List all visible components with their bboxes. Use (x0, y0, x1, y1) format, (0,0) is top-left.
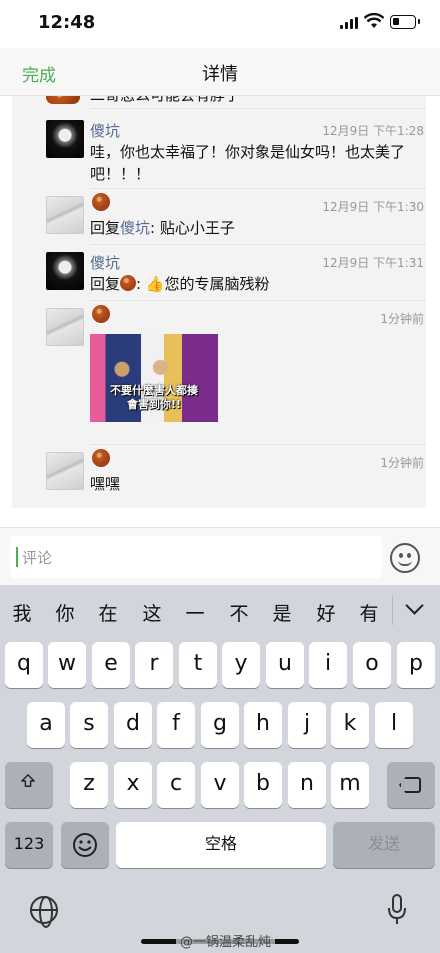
candidate-bar: 我 你 在 这 一 不 是 好 有 (0, 585, 440, 635)
comment-time: 1分钟前 (380, 312, 424, 326)
key-y[interactable]: y (222, 642, 260, 688)
comment-placeholder: 评论 (22, 549, 53, 567)
backspace-key[interactable] (387, 762, 435, 808)
comment-text: 哇，你也太幸福了！你对象是仙女吗！也太美了吧！！！ (90, 143, 406, 183)
divider (392, 595, 393, 625)
key-d[interactable]: d (114, 702, 152, 748)
avatar[interactable] (46, 308, 84, 346)
key-n[interactable]: n (288, 762, 326, 808)
smiley-icon[interactable] (390, 543, 420, 573)
key-q[interactable]: q (5, 642, 43, 688)
commenter-name[interactable]: 傻坑 (90, 252, 120, 273)
key-x[interactable]: x (114, 762, 152, 808)
wifi-icon (364, 13, 384, 28)
key-l[interactable]: l (375, 702, 413, 748)
send-key[interactable]: 发送 (333, 822, 435, 868)
divider (90, 300, 426, 301)
divider (90, 188, 426, 189)
avatar[interactable] (46, 252, 84, 290)
emoji-key[interactable] (61, 822, 109, 868)
candidate-word[interactable]: 有 (351, 599, 387, 626)
comment-time: 1分钟前 (380, 456, 424, 470)
comment-time: 12月9日 下午1:28 (322, 124, 424, 138)
battery-icon (390, 15, 420, 29)
key-k[interactable]: k (331, 702, 369, 748)
user-badge-icon (92, 193, 110, 211)
microphone-icon[interactable] (388, 894, 406, 926)
comment-time: 12月9日 下午1:31 (322, 256, 424, 270)
globe-icon[interactable] (30, 896, 58, 928)
key-c[interactable]: c (157, 762, 195, 808)
key-g[interactable]: g (201, 702, 239, 748)
key-v[interactable]: v (201, 762, 239, 808)
status-bar: 12:48 (0, 0, 440, 48)
user-badge-icon (92, 305, 110, 323)
avatar[interactable] (46, 196, 84, 234)
numbers-key[interactable]: 123 (5, 822, 53, 868)
candidate-word[interactable]: 不 (221, 599, 257, 626)
page-title: 详情 (202, 64, 238, 85)
divider (90, 108, 426, 109)
image-caption: 不要什麼害人都揍 會害到你!! (110, 384, 198, 411)
avatar-badge (46, 96, 80, 104)
reply-target[interactable]: 傻坑 (120, 219, 150, 237)
key-m[interactable]: m (331, 762, 369, 808)
comment-bar: 评论 (0, 527, 440, 585)
candidate-word[interactable]: 一 (177, 599, 213, 626)
key-p[interactable]: p (397, 642, 435, 688)
comment-text: 二哥怎么可能会有脖子 (90, 96, 420, 106)
shift-icon (21, 774, 35, 787)
signal-icon (340, 17, 358, 29)
comment-input[interactable]: 评论 (10, 536, 382, 578)
shift-key[interactable] (5, 762, 53, 808)
user-badge-icon[interactable] (120, 275, 137, 291)
key-b[interactable]: b (244, 762, 282, 808)
key-e[interactable]: e (92, 642, 130, 688)
candidate-word[interactable]: 这 (134, 599, 170, 626)
candidate-word[interactable]: 在 (90, 599, 126, 626)
watermark: @一锅温柔乱炖 (176, 931, 276, 950)
comment-text: 回复傻坑: 贴心小王子 (90, 219, 235, 237)
smiley-icon (73, 833, 97, 857)
comment-feed[interactable]: 二哥怎么可能会有脖子 傻坑 12月9日 下午1:28 哇，你也太幸福了！你对象是… (0, 96, 440, 512)
avatar[interactable] (46, 452, 84, 490)
candidate-word[interactable]: 是 (264, 599, 300, 626)
key-a[interactable]: a (27, 702, 65, 748)
nav-bar: 完成 详情 (0, 48, 440, 96)
comment-time: 12月9日 下午1:30 (322, 200, 424, 214)
key-f[interactable]: f (157, 702, 195, 748)
comment-panel: 二哥怎么可能会有脖子 傻坑 12月9日 下午1:28 哇，你也太幸福了！你对象是… (12, 96, 426, 508)
comment-text: 回复: 👍您的专属脑残粉 (90, 275, 270, 293)
candidate-word[interactable]: 好 (308, 599, 344, 626)
candidate-word[interactable]: 你 (47, 599, 83, 626)
status-time: 12:48 (38, 12, 96, 33)
chevron-down-icon[interactable] (405, 596, 424, 615)
user-badge-icon (92, 449, 110, 467)
candidate-word[interactable]: 我 (4, 599, 40, 626)
divider (90, 444, 426, 445)
key-z[interactable]: z (70, 762, 108, 808)
key-h[interactable]: h (244, 702, 282, 748)
key-t[interactable]: t (179, 642, 217, 688)
key-w[interactable]: w (48, 642, 86, 688)
backspace-icon (399, 777, 421, 793)
comment-image[interactable]: 不要什麼害人都揍 會害到你!! (90, 334, 218, 422)
key-u[interactable]: u (266, 642, 304, 688)
space-key[interactable]: 空格 (116, 822, 326, 868)
key-j[interactable]: j (288, 702, 326, 748)
comment-text: 嘿嘿 (90, 475, 121, 493)
divider (90, 244, 426, 245)
commenter-name[interactable]: 傻坑 (90, 120, 120, 141)
text-caret (16, 547, 18, 567)
avatar[interactable] (46, 120, 84, 158)
key-s[interactable]: s (70, 702, 108, 748)
key-o[interactable]: o (353, 642, 391, 688)
key-i[interactable]: i (309, 642, 347, 688)
key-r[interactable]: r (135, 642, 173, 688)
